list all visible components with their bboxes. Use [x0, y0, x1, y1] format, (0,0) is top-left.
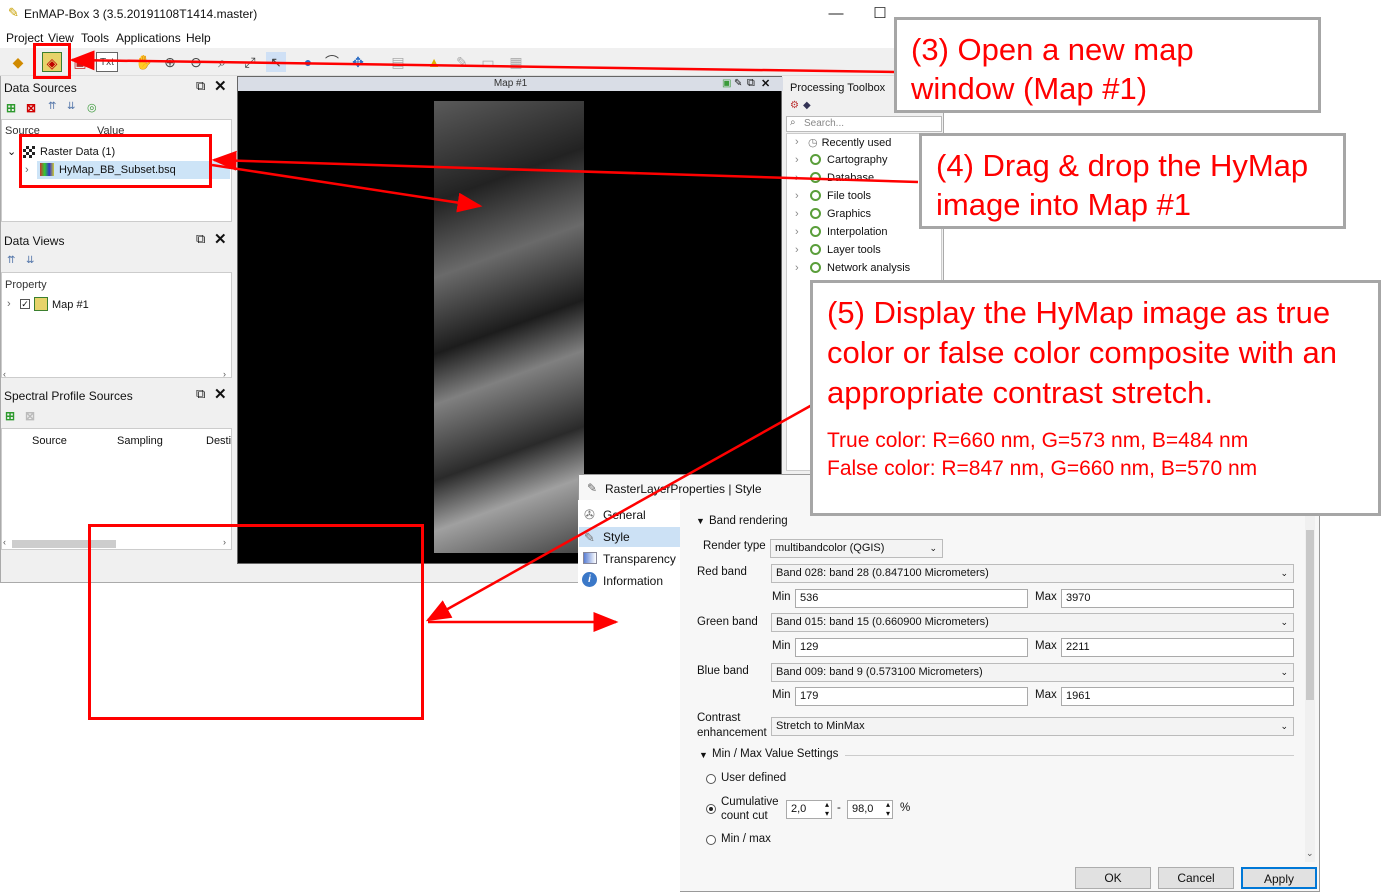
- callout-step-3: (3) Open a new map window (Map #1): [894, 17, 1321, 113]
- callout-step-5: (5) Display the HyMap image as true colo…: [810, 280, 1381, 516]
- callout-false-color: False color: R=847 nm, G=660 nm, B=570 n…: [827, 457, 1258, 480]
- callout-step-4-text: (4) Drag & drop the HyMap image into Map…: [936, 148, 1309, 222]
- callout-true-color: True color: R=660 nm, G=573 nm, B=484 nm: [827, 429, 1249, 452]
- arrow-to-map: [211, 163, 483, 213]
- arrow-to-placeholder: [425, 403, 813, 622]
- callout-step-4: (4) Drag & drop the HyMap image into Map…: [919, 133, 1346, 229]
- callout-step-5-text: (5) Display the HyMap image as true colo…: [827, 295, 1338, 410]
- callout-step-3-text: (3) Open a new map window (Map #1): [911, 32, 1194, 106]
- arrow-to-hymap-item: [211, 150, 919, 184]
- arrow-to-map-button: [69, 50, 896, 74]
